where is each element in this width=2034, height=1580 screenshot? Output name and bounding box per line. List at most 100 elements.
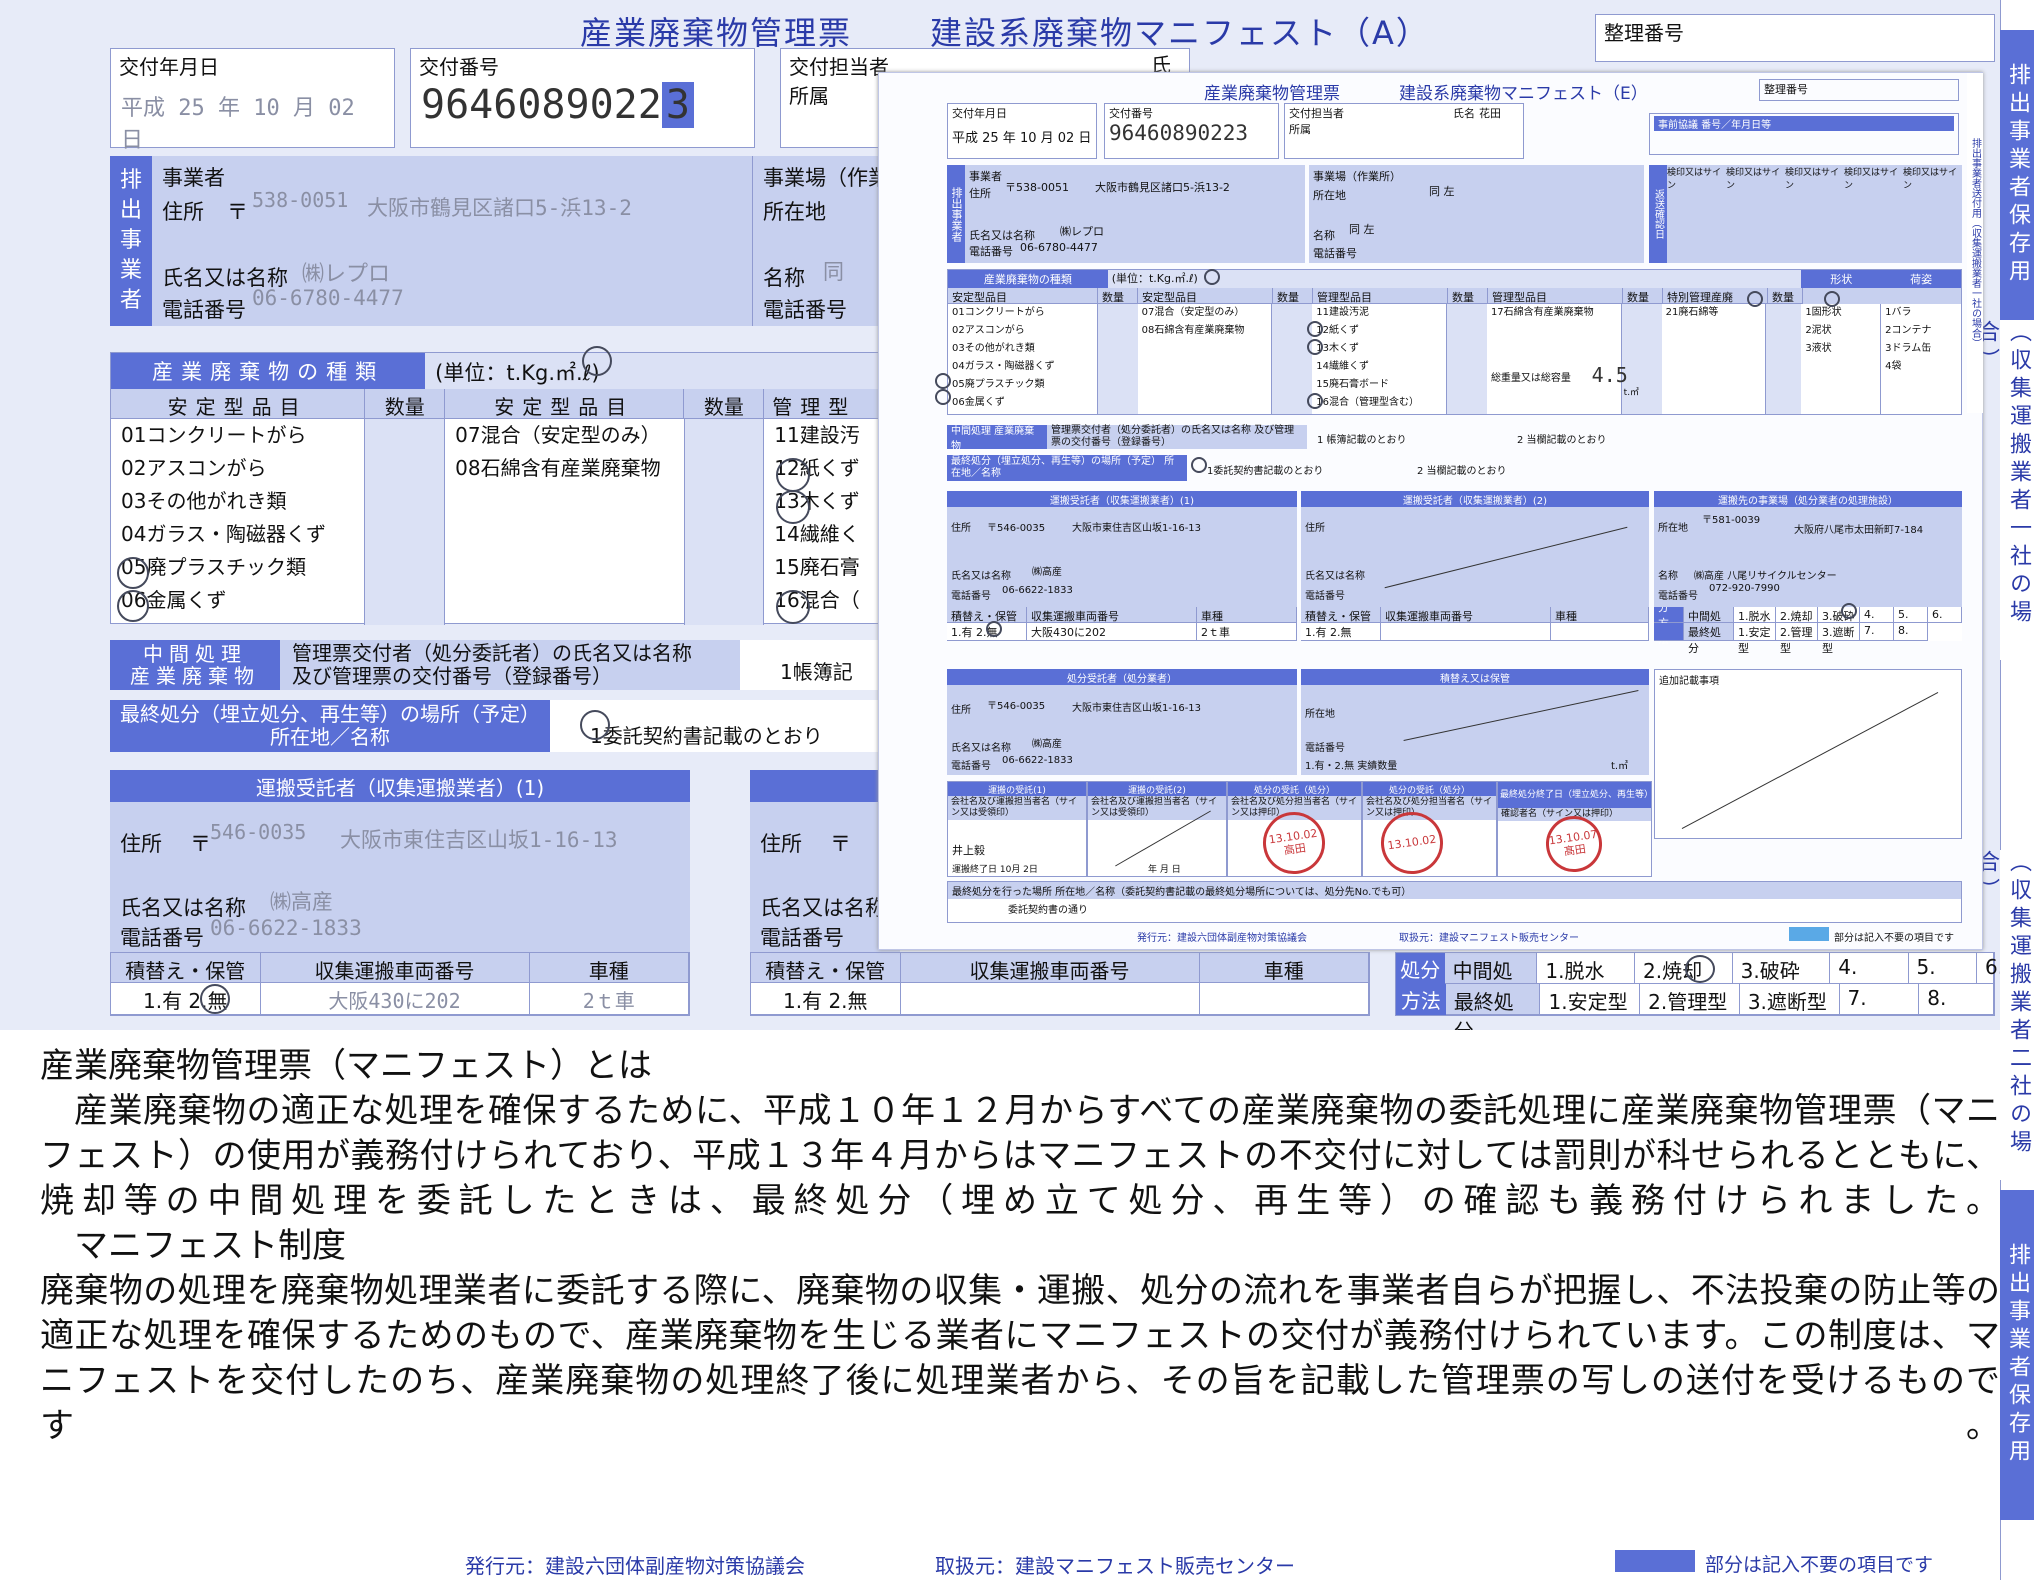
e-t2-sub: 車種 <box>1551 607 1649 623</box>
stamp-seal: 13.10.07 髙田 <box>1542 812 1606 876</box>
e-side-label: 排出事業者送付用（収集運搬業者一社の場合） <box>1967 73 1983 413</box>
selection-circle <box>935 373 951 389</box>
mid-text-1: 管理票交付者（処分委託者）の氏名又は名称 <box>292 641 692 665</box>
e-d-postal: 〒546-0035 <box>987 701 1046 712</box>
e-staff-box: 交付担当者 所属 氏名 花田 <box>1284 103 1524 159</box>
emitter-tel: 06-6780-4477 <box>252 286 404 310</box>
side-label-keep-2: 排出事業者保存用 <box>2000 1190 2034 1520</box>
footer-note: 部分は記入不要の項目です <box>1705 1554 1934 1576</box>
e-storage: 積替え又は保管 所在地 電話番号 1.有・2.無 実績数量 t.㎥ <box>1301 669 1649 775</box>
e-r1: 運搬の受託(1) <box>948 782 1086 796</box>
explanation-paragraph-1: 産業廃棄物の適正な処理を確保するために、平成１０年１２月からすべての産業廃棄物の… <box>40 1091 2000 1221</box>
vehicle-number-label: 収集運搬車両番号 <box>900 953 1200 983</box>
list-item: 4袋 <box>1885 361 1902 372</box>
emitter-addr-label: 住所 <box>162 200 204 224</box>
trans-tel: 06-6622-1833 <box>210 916 362 940</box>
selection-circle <box>200 984 230 1014</box>
selection-circle <box>1841 603 1857 619</box>
method-option: 3.破砕 <box>1732 953 1831 984</box>
list-item: 15廃石膏 <box>774 555 860 579</box>
e-footer-dist: 取扱元：建設マニフェスト販売センター <box>1399 933 1579 944</box>
e-company: ㈱レプロ <box>1060 225 1104 238</box>
e-t1-addr: 大阪市東住吉区山坂1-16-13 <box>1072 523 1202 534</box>
e-final-done: 最終処分を行った場所 所在地／名称（委託契約書記載の最終処分場所については、処分… <box>947 881 1962 923</box>
e-ref-label: 整理番号 <box>1764 83 1808 96</box>
e-t1-sub: 収集運搬車両番号 <box>1027 607 1197 623</box>
e-site-addr-label: 所在地 <box>1313 189 1346 202</box>
e-method-final: 最終処分 <box>1684 623 1734 655</box>
e-total-value: 4.5 <box>1591 363 1628 387</box>
qty-column <box>365 419 446 625</box>
side-label-keep: 排出事業者保存用 <box>2000 30 2034 320</box>
e-r1-date: 運搬終了日 10月 2日 <box>952 865 1038 875</box>
transport-2-detail-table: 積替え・保管 収集運搬車両番号 車種 1.有 2.無 <box>750 952 1370 1016</box>
e-date-value: 平成 25 年 10 月 02 日 <box>952 131 1092 146</box>
transship-options: 1.有 2.無 <box>111 983 261 1015</box>
e-receipt-3: 処分の受託（処分） 会社名及び処分担当者名（サイン又は押印） 13.10.02 高… <box>1227 781 1362 879</box>
e-staff-name: 花田 <box>1479 107 1501 120</box>
list-item: 1バラ <box>1885 307 1912 318</box>
method-option: 8. <box>1919 984 1995 1015</box>
method-option: 2.管理型 <box>1640 984 1740 1015</box>
selection-circle <box>582 346 612 376</box>
e-t3-addr: 大阪府八尾市太田新町7-184 <box>1794 525 1924 536</box>
e-method-label: 処分方法 <box>1654 585 1684 646</box>
e-d-tel: 06-6622-1833 <box>1002 755 1073 766</box>
e-packs: 1バラ 2コンテナ 3ドラム缶 4袋 <box>1881 304 1961 414</box>
emitter-postal: 538-0051 <box>252 188 349 212</box>
e-t1-company: ㈱高産 <box>1032 567 1062 578</box>
e-final-done-label: 最終処分を行った場所 所在地／名称（委託契約書記載の最終処分場所については、処分… <box>948 882 1961 899</box>
method-option: 5. <box>1908 953 1977 984</box>
e-t1-vtype: 2ｔ車 <box>1197 623 1297 641</box>
e-col2: 07混合（安定型のみ） 08石綿含有産業廃棄物 <box>1138 304 1273 414</box>
transporter-1-box: 住所 〒 546-0035 大阪市東住吉区山坂1-16-13 氏名又は名称 ㈱高… <box>110 802 690 952</box>
e-t3-company: ㈱高産 八尾リサイクルセンター <box>1694 571 1837 582</box>
e-t3-postal: 〒581-0039 <box>1702 515 1761 526</box>
postal-mark: 〒 <box>830 832 851 856</box>
method-final-label: 最終処分 <box>1445 984 1541 1043</box>
e-hdr: 数量 <box>1623 288 1663 304</box>
col-qty-2: 数量 <box>684 389 765 419</box>
e-final-opt-2: 2 当欄記載のとおり <box>1417 466 1507 477</box>
unit-text: (単位：t.Kg.㎡.ℓ) <box>425 353 889 389</box>
e-mid-row: 中間処理 産業廃棄物 管理票交付者（処分委託者）の氏名又は名称 及び管理票の交付… <box>947 425 1962 452</box>
trans2-addr-label: 住所 <box>760 832 802 856</box>
e-return-col: 検印又はサイン <box>1667 168 1722 191</box>
cancel-line <box>1681 691 1939 830</box>
e-mid-text: 管理票交付者（処分委託者）の氏名又は名称 及び管理票の交付番号（登録番号） <box>1047 425 1307 449</box>
seal-date: 13.10.02 <box>1386 833 1438 853</box>
e-t1-sub: 積替え・保管 <box>947 607 1027 623</box>
selection-circle <box>1747 291 1763 307</box>
e-receipt-5: 最終処分終了日（埋立処分、再生等） 確認者名（サイン又は押印） 13.10.07… <box>1497 781 1653 877</box>
e-footer-note: 部分は記入不要の項目です <box>1834 933 1954 944</box>
e-mid-label: 中間処理 産業廃棄物 <box>947 425 1047 452</box>
e-number-value: 96460890223 <box>1109 121 1249 145</box>
e-site-tel-label: 電話番号 <box>1313 247 1357 260</box>
transporter-1-header: 運搬受託者（収集運搬業者）(1) <box>110 770 690 802</box>
e-total-unit: t.㎥ <box>1623 388 1640 398</box>
e-transporter-1: 運搬受託者（収集運搬業者）(1) 住所 〒546-0035 大阪市東住吉区山坂1… <box>947 491 1297 661</box>
e-t2-name-label: 氏名又は名称 <box>1305 571 1365 582</box>
e-hdr: 管理型品目 <box>1313 288 1448 304</box>
e-date-label: 交付年月日 <box>952 107 1007 120</box>
cancel-line <box>1403 690 1639 741</box>
emitter-address: 大阪市鶴見区諸口5-浜13-2 <box>367 196 632 220</box>
trans-address: 大阪市東住吉区山坂1-16-13 <box>340 828 618 852</box>
e-d-company: ㈱高産 <box>1032 739 1062 750</box>
issue-number-box: 交付番号 9646089022 3 <box>410 48 755 148</box>
e-hdr: 数量 <box>1768 288 1803 304</box>
e-final-opt-1: 1委託契約書記載のとおり <box>1207 466 1324 477</box>
mid-title-1: 中間処理 <box>143 642 247 666</box>
e-method-mid: 中間処理 <box>1684 607 1734 639</box>
selection-circle <box>1685 955 1715 983</box>
site-addr-label: 所在地 <box>763 200 826 224</box>
e-r2-sub: 会社名及び運搬担当者名（サイン又は受領印） <box>1088 796 1226 820</box>
ref-number-label: 整理番号 <box>1604 21 1684 45</box>
e-t1-postal: 〒546-0035 <box>987 523 1046 534</box>
e-emitter-side: 排出事業者 <box>947 165 965 263</box>
vehicle-type: 2ｔ車 <box>529 983 689 1015</box>
e-prior-box: 事前協議 番号／年月日等 <box>1649 113 1959 155</box>
selection-circle <box>580 710 610 740</box>
selection-circle <box>935 389 951 405</box>
trans2-tel-label: 電話番号 <box>760 926 844 950</box>
